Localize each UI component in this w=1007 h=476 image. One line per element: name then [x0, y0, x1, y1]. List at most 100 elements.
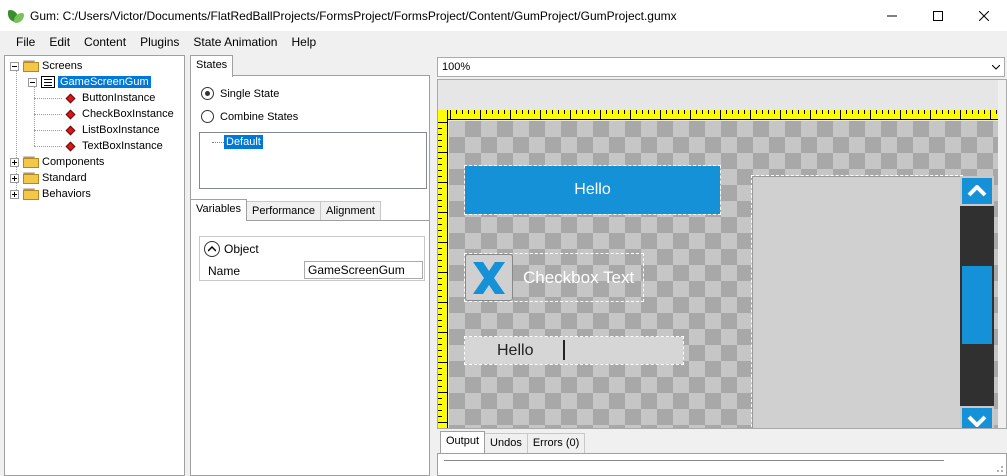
- ruler-tick: [732, 110, 733, 114]
- chevron-down-icon[interactable]: [960, 406, 994, 428]
- ruler-tick: [438, 374, 442, 375]
- variables-area: Object Name GameScreenGum: [190, 220, 430, 476]
- folder-icon: [23, 156, 39, 168]
- menu-edit[interactable]: Edit: [42, 31, 77, 54]
- ruler-tick: [852, 110, 853, 114]
- left-ruler[interactable]: [438, 110, 448, 428]
- output-log[interactable]: [437, 453, 1007, 476]
- tree-item-gamescreengum[interactable]: GameScreenGum: [28, 74, 151, 90]
- ruler-tick: [438, 344, 442, 345]
- tree-item-listboxinstance[interactable]: ListBoxInstance: [65, 122, 160, 138]
- tab-undos[interactable]: Undos: [484, 433, 528, 453]
- ruler-tick: [768, 110, 769, 114]
- close-button[interactable]: [961, 0, 1007, 31]
- top-ruler[interactable]: [438, 110, 1006, 120]
- tree-item-standard[interactable]: Standard: [10, 170, 87, 186]
- ruler-tick: [606, 110, 607, 114]
- menu-plugins[interactable]: Plugins: [133, 31, 186, 54]
- tab-errors[interactable]: Errors (0): [526, 433, 586, 453]
- gum-textbox-instance[interactable]: Hello: [464, 336, 684, 365]
- resize-grip-icon[interactable]: [994, 463, 1004, 473]
- tab-states[interactable]: States: [190, 55, 234, 77]
- screen-icon: [41, 76, 55, 88]
- listbox-scroll-thumb[interactable]: [962, 266, 992, 344]
- minimize-button[interactable]: [869, 0, 915, 31]
- gum-checkbox-instance[interactable]: Checkbox Text: [464, 253, 644, 302]
- menu-bar: File Edit Content Plugins State Animatio…: [0, 31, 1007, 54]
- ruler-tick: [582, 110, 583, 114]
- ruler-tick: [588, 110, 589, 114]
- ruler-tick: [972, 110, 973, 114]
- ruler-tick: [438, 140, 442, 141]
- gum-listbox-instance[interactable]: [751, 175, 963, 428]
- tab-variables[interactable]: Variables: [190, 199, 248, 221]
- expand-icon[interactable]: [10, 173, 19, 183]
- canvas-vertical-scrollbar[interactable]: [998, 80, 1006, 428]
- folder-icon: [23, 60, 39, 72]
- maximize-button[interactable]: [915, 0, 961, 31]
- ruler-tick: [714, 110, 715, 114]
- ruler-tick: [828, 110, 829, 114]
- name-field[interactable]: GameScreenGum: [304, 261, 423, 279]
- tab-alignment[interactable]: Alignment: [320, 201, 381, 221]
- ruler-tick: [612, 110, 613, 114]
- ruler-tick: [438, 242, 448, 243]
- chevron-up-icon[interactable]: [204, 241, 220, 257]
- properties-panel: States Single State Combine States Defau…: [188, 55, 433, 476]
- expand-icon[interactable]: [10, 157, 19, 167]
- ruler-tick: [954, 110, 955, 114]
- expand-icon[interactable]: [10, 189, 19, 199]
- ruler-tick: [438, 200, 442, 201]
- wireframe-canvas[interactable]: Hello Checkbox Text Hello: [437, 79, 1007, 429]
- menu-content[interactable]: Content: [77, 31, 133, 54]
- ruler-tick: [438, 122, 448, 123]
- ruler-tick: [438, 146, 442, 147]
- ruler-tick: [756, 110, 757, 114]
- tree-label: CheckBoxInstance: [82, 108, 174, 120]
- instance-icon: [65, 125, 76, 135]
- menu-help[interactable]: Help: [284, 31, 323, 54]
- element-tree[interactable]: Screens GameScreenGum ButtonInstance Che…: [4, 55, 185, 476]
- tree-item-buttoninstance[interactable]: ButtonInstance: [65, 90, 155, 106]
- gum-button-instance[interactable]: Hello: [464, 165, 721, 215]
- chevron-up-icon[interactable]: [960, 176, 994, 206]
- combine-states-radio[interactable]: Combine States: [201, 110, 298, 123]
- ruler-tick: [438, 368, 442, 369]
- ruler-tick: [918, 110, 919, 114]
- tree-item-behaviors[interactable]: Behaviors: [10, 186, 91, 202]
- ruler-tick: [438, 224, 442, 225]
- ruler-tick: [942, 110, 943, 114]
- ruler-tick: [438, 194, 442, 195]
- tree-item-screens[interactable]: Screens: [10, 58, 82, 74]
- menu-state-animation[interactable]: State Animation: [186, 31, 284, 54]
- ruler-tick: [438, 134, 442, 135]
- ruler-tick: [438, 422, 448, 423]
- tree-item-textboxinstance[interactable]: TextBoxInstance: [65, 138, 163, 154]
- zoom-dropdown[interactable]: 100%: [437, 57, 1005, 77]
- tab-output[interactable]: Output: [440, 431, 486, 453]
- states-list[interactable]: Default: [199, 132, 427, 189]
- tree-item-components[interactable]: Components: [10, 154, 104, 170]
- ruler-tick: [564, 110, 565, 114]
- collapse-icon[interactable]: [28, 77, 37, 87]
- ruler-tick: [624, 110, 625, 114]
- ruler-tick: [516, 110, 517, 114]
- single-state-label: Single State: [220, 87, 280, 100]
- tree-label: GameScreenGum: [58, 76, 151, 88]
- state-item-default[interactable]: Default: [224, 135, 263, 149]
- ruler-tick: [510, 110, 511, 120]
- combine-states-label: Combine States: [220, 110, 299, 123]
- ruler-tick: [438, 398, 442, 399]
- ruler-tick: [666, 110, 667, 114]
- tree-item-checkboxinstance[interactable]: CheckBoxInstance: [65, 106, 174, 122]
- ruler-tick: [594, 110, 595, 114]
- ruler-tick: [438, 236, 442, 237]
- ruler-tick: [438, 266, 442, 267]
- ruler-tick: [438, 152, 448, 153]
- menu-file[interactable]: File: [9, 31, 42, 54]
- tab-performance[interactable]: Performance: [246, 201, 322, 221]
- ruler-tick: [900, 110, 901, 120]
- collapse-icon[interactable]: [10, 61, 19, 71]
- ruler-tick: [438, 404, 442, 405]
- single-state-radio[interactable]: Single State: [201, 87, 279, 100]
